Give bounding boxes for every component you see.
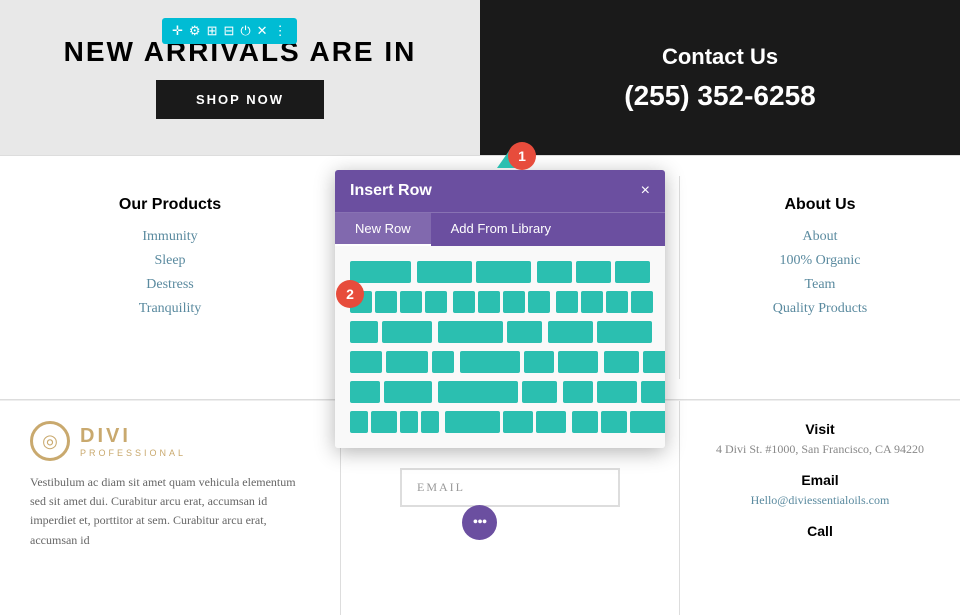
link-sleep[interactable]: Sleep [154, 253, 185, 269]
layout-row6-a[interactable] [350, 411, 439, 433]
visit-title: Visit [710, 421, 930, 437]
layout-row6-c[interactable] [572, 411, 665, 433]
layout-row-1[interactable] [350, 261, 650, 283]
layout-row5-a[interactable] [350, 381, 432, 403]
duplicate-icon[interactable]: ⊞ [207, 23, 218, 39]
call-title: Call [710, 523, 930, 539]
layout-row4-a[interactable] [350, 351, 454, 373]
contact-details-section: Visit 4 Divi St. #1000, San Francisco, C… [680, 401, 960, 615]
visibility-icon[interactable]: ⏻ [240, 23, 250, 39]
layout-row6-b[interactable] [445, 411, 566, 433]
layout-4col-b[interactable] [453, 291, 550, 313]
dialog-header: Insert Row × [335, 170, 665, 212]
banner-left: ✛ ⚙ ⊞ ⊟ ⏻ ✕ ⋮ NEW ARRIVALS ARE IN SHOP N… [0, 0, 480, 155]
layout-grid [350, 261, 650, 433]
contact-phone: (255) 352-6258 [624, 80, 815, 112]
visit-address: 4 Divi St. #1000, San Francisco, CA 9422… [710, 442, 930, 457]
layout-mix-b[interactable] [438, 321, 542, 343]
email-input[interactable]: EMAIL [400, 468, 620, 507]
three-dots-button[interactable]: ••• [462, 505, 497, 540]
divi-circle-icon: ◎ [30, 421, 70, 461]
layout-row-6[interactable] [350, 411, 650, 433]
layout-2col[interactable] [417, 261, 531, 283]
layout-4col-a[interactable] [350, 291, 447, 313]
dialog-content [335, 246, 665, 448]
products-title: Our Products [119, 196, 221, 214]
divi-logo: ◎ DIVI PROFESSIONAL [30, 421, 310, 461]
layout-row4-b[interactable] [460, 351, 598, 373]
settings-icon[interactable]: ⚙ [189, 23, 201, 39]
dialog-close-button[interactable]: × [641, 182, 650, 200]
link-quality[interactable]: Quality Products [773, 301, 868, 317]
banner-right: Contact Us (255) 352-6258 [480, 0, 960, 155]
contact-title: Contact Us [662, 44, 778, 70]
badge-one: 1 [508, 142, 536, 170]
insert-row-dialog: Insert Row × New Row Add From Library [335, 170, 665, 448]
dialog-title: Insert Row [350, 182, 432, 200]
move-icon[interactable]: ✛ [172, 23, 183, 39]
about-title: About Us [784, 196, 855, 214]
more-icon[interactable]: ⋮ [274, 23, 287, 39]
layout-mix-c[interactable] [548, 321, 652, 343]
layout-row4-c[interactable] [604, 351, 665, 373]
layout-row5-c[interactable] [563, 381, 665, 403]
tab-new-row[interactable]: New Row [335, 213, 431, 246]
layout-mix-a[interactable] [350, 321, 432, 343]
divi-name: DIVI [80, 425, 186, 448]
link-tranquility[interactable]: Tranquility [139, 301, 202, 317]
badge-two: 2 [336, 280, 364, 308]
layout-row-2[interactable] [350, 291, 650, 313]
layout-3col[interactable] [537, 261, 650, 283]
layout-row-3[interactable] [350, 321, 650, 343]
delete-icon[interactable]: ✕ [257, 23, 268, 39]
layout-row-4[interactable] [350, 351, 650, 373]
link-immunity[interactable]: Immunity [142, 229, 197, 245]
about-links: About 100% Organic Team Quality Products [773, 229, 868, 317]
three-dots-icon: ••• [473, 514, 487, 532]
email-title: Email [710, 472, 930, 488]
tab-add-from-library[interactable]: Add From Library [431, 213, 571, 246]
about-column: About Us About 100% Organic Team Quality… [680, 176, 960, 379]
divi-body: Vestibulum ac diam sit amet quam vehicul… [30, 473, 310, 550]
link-organic[interactable]: 100% Organic [780, 253, 861, 269]
email-link[interactable]: Hello@diviessentialoils.com [751, 493, 890, 507]
divi-sub: PROFESSIONAL [80, 448, 186, 458]
products-links: Immunity Sleep Destress Tranquility [139, 229, 202, 317]
layout-1col[interactable] [350, 261, 411, 283]
link-destress[interactable]: Destress [146, 277, 193, 293]
shop-now-button[interactable]: SHOP NOW [156, 80, 324, 119]
layout-4col-c[interactable] [556, 291, 653, 313]
link-team[interactable]: Team [805, 277, 836, 293]
layout-row5-b[interactable] [438, 381, 557, 403]
grid-icon[interactable]: ⊟ [223, 23, 234, 39]
divi-section: ◎ DIVI PROFESSIONAL Vestibulum ac diam s… [0, 401, 340, 615]
products-column: Our Products Immunity Sleep Destress Tra… [0, 176, 340, 379]
layout-row-5[interactable] [350, 381, 650, 403]
toolbar[interactable]: ✛ ⚙ ⊞ ⊟ ⏻ ✕ ⋮ [162, 18, 297, 44]
link-about[interactable]: About [803, 229, 838, 245]
dialog-tabs: New Row Add From Library [335, 212, 665, 246]
